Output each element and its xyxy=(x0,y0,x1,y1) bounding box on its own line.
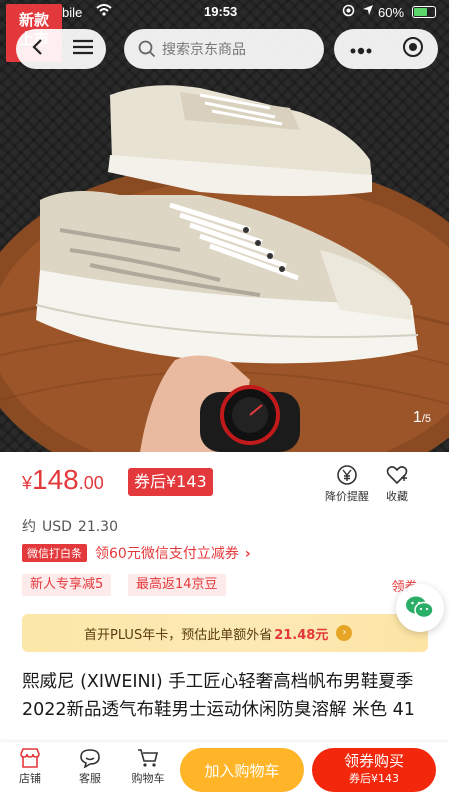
image-counter: 1/5 xyxy=(413,409,431,427)
wechat-promo-label: 领60元微信支付立减券 xyxy=(95,546,239,562)
price-alert-label: 降价提醒 xyxy=(325,490,369,503)
add-to-cart-label: 加入购物车 xyxy=(204,761,280,780)
wechat-icon xyxy=(406,596,434,619)
customer-service-button[interactable]: 客服 xyxy=(70,748,110,786)
product-image-carousel[interactable]: Mobile 19:53 60% 新款 上市 搜索京东商品 xyxy=(0,0,449,452)
wechat-promo-text: 领60元微信支付立减券 › xyxy=(95,543,251,563)
battery-percent: 60% xyxy=(378,5,405,20)
image-index: 1 xyxy=(412,409,422,426)
cart-button[interactable]: 购物车 xyxy=(128,748,168,786)
price-decimal: .00 xyxy=(78,473,104,493)
buy-label: 领券购买 xyxy=(343,752,404,770)
chevron-right-icon: › xyxy=(244,546,251,562)
price-alert-button[interactable]: 降价提醒 xyxy=(322,464,372,504)
price: ¥148.00 xyxy=(22,464,104,496)
price-row: ¥148.00 券后¥143 降价提醒 收藏 xyxy=(22,462,427,508)
shop-icon xyxy=(20,748,40,768)
search-placeholder: 搜索京东商品 xyxy=(162,42,246,58)
wifi-icon xyxy=(96,4,112,19)
location-icon xyxy=(362,4,374,19)
cart-label: 购物车 xyxy=(131,772,165,785)
nav-left-group xyxy=(16,29,106,69)
add-to-cart-button[interactable]: 加入购物车 xyxy=(180,748,304,792)
usd-currency: USD xyxy=(42,519,72,535)
promo-row: 新人专享减5 最高返14京豆 领券 › xyxy=(22,574,427,598)
menu-icon[interactable] xyxy=(72,38,94,60)
orientation-lock-icon xyxy=(342,4,355,20)
newcomer-discount-tag: 新人专享减5 xyxy=(22,574,112,596)
heart-icon xyxy=(386,466,408,485)
jingdou-rebate-tag: 最高返14京豆 xyxy=(128,574,226,596)
status-bar: Mobile 19:53 60% xyxy=(0,0,449,24)
wechat-credit-tag: 微信打白条 xyxy=(22,544,87,562)
close-miniprogram-icon[interactable] xyxy=(402,36,424,62)
usd-price: 约 USD 21.30 xyxy=(22,516,124,536)
plus-membership-banner[interactable]: 首开PLUS年卡，预估此单额外省 21.48元 › xyxy=(22,614,428,652)
coupon-price-badge: 券后¥143 xyxy=(128,468,213,496)
product-title: 熙威尼 (XIWEINI) 手工匠心轻奢高档帆布男鞋夏季2022新品透气布鞋男士… xyxy=(22,672,415,720)
shop-label: 店铺 xyxy=(19,772,41,785)
plus-savings-amount: 21.48元 xyxy=(274,627,329,643)
search-icon xyxy=(138,40,156,58)
price-symbol: ¥ xyxy=(22,473,33,493)
badge-line-1: 新款 xyxy=(18,11,49,29)
search-input[interactable]: 搜索京东商品 xyxy=(124,29,324,69)
wechat-share-button[interactable] xyxy=(396,584,444,632)
plus-arrow-icon: › xyxy=(336,625,353,641)
plus-text: 首开PLUS年卡，预估此单额外省 xyxy=(84,627,273,643)
clock: 19:53 xyxy=(204,4,238,19)
yen-bell-icon xyxy=(337,465,357,485)
usd-value: 21.30 xyxy=(77,519,119,535)
buy-with-coupon-button[interactable]: 领券购买 券后¥143 xyxy=(312,748,436,792)
more-icon[interactable] xyxy=(349,40,373,59)
service-label: 客服 xyxy=(79,772,101,785)
miniprogram-capsule xyxy=(334,29,438,69)
chat-icon xyxy=(80,749,100,768)
wechat-promo-row[interactable]: 微信打白条 领60元微信支付立减券 › xyxy=(22,544,251,562)
image-total: /5 xyxy=(421,413,431,425)
back-icon[interactable] xyxy=(29,38,47,60)
buy-coupon-price: 券后¥143 xyxy=(349,772,399,785)
favorite-button[interactable]: 收藏 xyxy=(372,464,422,504)
price-integer: 148 xyxy=(32,464,79,495)
shop-button[interactable]: 店铺 xyxy=(10,748,50,786)
approx-label: 约 xyxy=(22,519,36,535)
favorite-label: 收藏 xyxy=(386,490,408,503)
cart-icon xyxy=(138,749,159,767)
battery-icon xyxy=(412,6,436,18)
